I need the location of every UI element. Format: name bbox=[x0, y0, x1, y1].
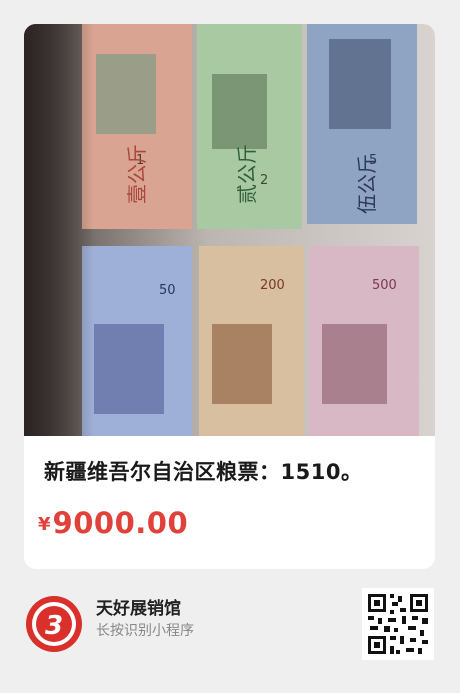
note-500: 500 bbox=[309, 246, 419, 436]
product-photo[interactable]: 1 壹公斤 2 贰公斤 5 伍公斤 50 200 500 bbox=[24, 24, 435, 436]
share-footer: 3 天好展销馆 长按识别小程序 bbox=[0, 580, 460, 693]
note-2kg: 2 贰公斤 bbox=[197, 24, 302, 229]
svg-text:200: 200 bbox=[260, 278, 285, 293]
product-title: 新疆维吾尔自治区粮票：1510。 bbox=[44, 460, 363, 484]
note-5kg: 5 伍公斤 bbox=[307, 24, 417, 224]
svg-text:伍公斤: 伍公斤 bbox=[355, 154, 379, 214]
currency-symbol: ¥ bbox=[38, 514, 51, 535]
svg-text:贰公斤: 贰公斤 bbox=[235, 144, 259, 204]
shop-name: 天好展销馆 bbox=[96, 599, 181, 619]
mini-program-hint: 长按识别小程序 bbox=[96, 623, 194, 639]
price-amount: 9000.00 bbox=[52, 506, 189, 540]
svg-text:3: 3 bbox=[45, 611, 63, 641]
qr-code-icon[interactable] bbox=[362, 588, 434, 660]
note-1kg: 1 壹公斤 bbox=[82, 24, 192, 229]
shop-logo-icon[interactable]: 3 bbox=[24, 594, 84, 654]
product-card[interactable]: 1 壹公斤 2 贰公斤 5 伍公斤 50 200 500 新疆维吾尔自治区粮票：… bbox=[24, 24, 435, 569]
svg-text:壹公斤: 壹公斤 bbox=[125, 144, 149, 204]
svg-text:50: 50 bbox=[159, 283, 176, 298]
note-50: 50 bbox=[82, 246, 192, 436]
grain-ticket-photo-icon: 1 壹公斤 2 贰公斤 5 伍公斤 50 200 500 bbox=[24, 24, 419, 436]
product-price: ¥9000.00 bbox=[38, 506, 188, 540]
svg-text:500: 500 bbox=[372, 278, 397, 293]
svg-text:2: 2 bbox=[260, 173, 268, 188]
note-200: 200 bbox=[199, 246, 304, 436]
